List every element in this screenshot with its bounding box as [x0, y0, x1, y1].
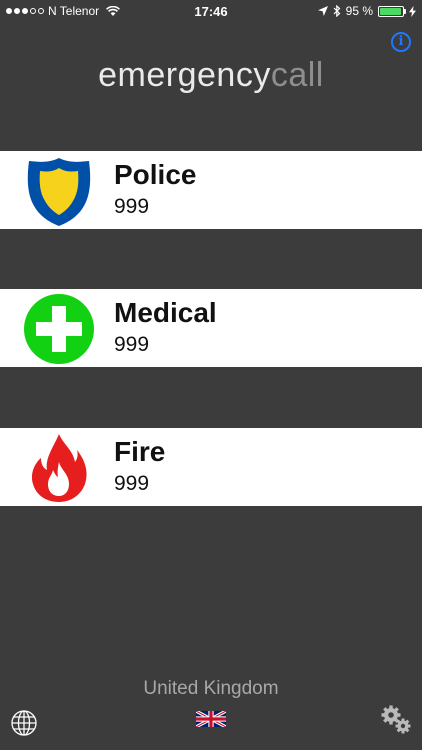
- globe-icon[interactable]: [10, 709, 38, 737]
- status-bar: N Telenor 17:46 95 %: [0, 0, 422, 22]
- charging-bolt-icon: [409, 5, 416, 17]
- service-number: 999: [114, 472, 150, 495]
- app-title: emergencycall: [0, 56, 422, 95]
- service-name: Fire: [114, 436, 166, 467]
- bluetooth-icon: [333, 5, 341, 17]
- service-number: 999: [114, 333, 150, 356]
- service-row-fire[interactable]: Fire 999: [0, 428, 422, 506]
- battery-level-fill: [380, 7, 401, 15]
- fire-icon: [31, 434, 87, 502]
- service-row-police[interactable]: Police 999: [0, 151, 422, 229]
- country-name: United Kingdom: [143, 678, 279, 699]
- battery-percent: 95 %: [345, 4, 373, 18]
- service-row-medical[interactable]: Medical 999: [0, 289, 422, 367]
- gears-icon[interactable]: [378, 704, 414, 736]
- service-number: 999: [114, 195, 150, 218]
- service-name: Police: [114, 159, 197, 190]
- app-title-emergency: emergency: [98, 56, 271, 94]
- battery-icon: [378, 5, 406, 17]
- police-badge-icon: [27, 158, 91, 226]
- location-arrow-icon: [317, 6, 328, 16]
- service-name: Medical: [114, 297, 217, 328]
- medical-cross-icon: [24, 294, 94, 364]
- uk-flag-icon[interactable]: [196, 711, 226, 727]
- status-bar-right: 95 %: [317, 4, 416, 18]
- info-button[interactable]: i: [391, 32, 411, 52]
- app-title-call: call: [270, 56, 324, 94]
